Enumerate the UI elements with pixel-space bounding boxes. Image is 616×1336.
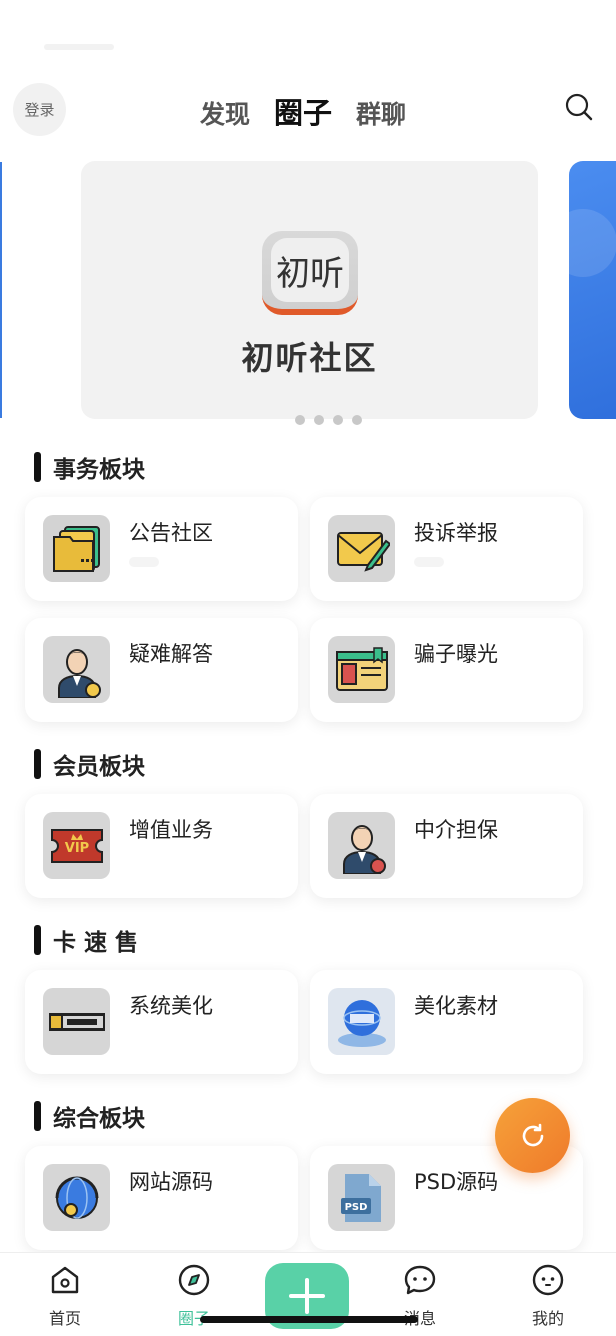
section-bar (34, 1101, 41, 1131)
psd-file-icon: PSD (328, 1164, 395, 1231)
board-card-value-added[interactable]: VIP 增值业务 (25, 794, 298, 898)
board-label: 网站源码 (129, 1170, 213, 1194)
globe-icon (328, 988, 395, 1055)
svg-text:PSD: PSD (344, 1202, 367, 1213)
folder-icon (43, 515, 110, 582)
section-title-text: 会员板块 (53, 754, 145, 780)
carousel-dot[interactable] (314, 415, 324, 425)
board-card-scam-exposure[interactable]: 骗子曝光 (310, 618, 583, 722)
board-label: PSD源码 (414, 1170, 499, 1194)
section-title-text: 事务板块 (53, 457, 145, 483)
refresh-button[interactable] (495, 1098, 570, 1173)
board-label: 投诉举报 (414, 521, 498, 545)
banner-prev-slide (0, 162, 2, 418)
home-indicator (200, 1316, 418, 1323)
top-header: 登录 发现 圈子 群聊 (0, 80, 616, 140)
board-card-escrow[interactable]: 中介担保 (310, 794, 583, 898)
person-badge-icon (43, 636, 110, 703)
board-label: 中介担保 (414, 818, 498, 842)
board-card-announcement[interactable]: 公告社区 (25, 497, 298, 601)
id-card-icon (328, 636, 395, 703)
nav-label: 首页 (48, 1309, 81, 1328)
nav-label: 我的 (531, 1309, 564, 1328)
community-logo: 初听 (262, 231, 358, 315)
headset-globe-icon (43, 1164, 110, 1231)
status-indicator (44, 44, 114, 50)
community-logo-mark: 初听 (271, 238, 349, 302)
bottom-nav: 首页 圈子 消息 我的 (0, 1252, 616, 1336)
section-title: 会员板块 (34, 747, 145, 781)
board-label: 系统美化 (129, 994, 213, 1018)
section-bar (34, 925, 41, 955)
top-tabs: 发现 圈子 群聊 (200, 90, 406, 132)
banner-title: 初听社区 (241, 339, 378, 377)
section-title: 综合板块 (34, 1099, 145, 1133)
banner-decoration (569, 209, 616, 277)
board-label: 疑难解答 (129, 642, 213, 666)
board-label: 增值业务 (129, 818, 213, 842)
carousel-dot[interactable] (295, 415, 305, 425)
vip-ticket-icon: VIP (43, 812, 110, 879)
compass-icon (178, 1264, 210, 1296)
envelope-pencil-icon (328, 515, 395, 582)
board-card-theme-assets[interactable]: 美化素材 (310, 970, 583, 1074)
login-button[interactable]: 登录 (13, 83, 66, 136)
section-title-text: 卡 速 售 (53, 930, 139, 956)
section-bar (34, 749, 41, 779)
section-bar (34, 452, 41, 482)
board-label: 美化素材 (414, 994, 498, 1018)
board-card-qa[interactable]: 疑难解答 (25, 618, 298, 722)
board-card-website-source[interactable]: 网站源码 (25, 1146, 298, 1250)
plus-icon (289, 1278, 325, 1314)
board-card-system-theme[interactable]: 系统美化 (25, 970, 298, 1074)
search-icon[interactable] (564, 92, 594, 122)
section-title: 事务板块 (34, 450, 145, 484)
banner-next-slide (569, 161, 616, 419)
svg-text:VIP: VIP (64, 841, 88, 856)
refresh-icon (522, 1123, 543, 1146)
tab-circle[interactable]: 圈子 (274, 90, 332, 132)
status-bar (0, 0, 616, 70)
board-sub-placeholder (414, 557, 444, 567)
board-card-complaint[interactable]: 投诉举报 (310, 497, 583, 601)
nav-profile[interactable]: 我的 (508, 1263, 588, 1329)
section-title-text: 综合板块 (53, 1106, 145, 1132)
kasushou-logo-icon (43, 988, 110, 1055)
carousel-dot[interactable] (352, 415, 362, 425)
section-title: 卡 速 售 (34, 923, 138, 957)
face-icon (532, 1264, 564, 1296)
tab-discover[interactable]: 发现 (200, 95, 250, 131)
person-badge-icon (328, 812, 395, 879)
banner-carousel[interactable]: 初听 初听社区 (0, 160, 616, 422)
banner-slide[interactable]: 初听 初听社区 (81, 161, 538, 419)
nav-home[interactable]: 首页 (25, 1263, 105, 1329)
home-icon (51, 1266, 79, 1294)
board-label: 公告社区 (129, 521, 213, 545)
board-label: 骗子曝光 (414, 642, 498, 666)
carousel-dots (295, 415, 362, 425)
carousel-dot[interactable] (333, 415, 343, 425)
board-sub-placeholder (129, 557, 159, 567)
chat-icon (404, 1265, 436, 1295)
tab-group-chat[interactable]: 群聊 (356, 95, 406, 131)
